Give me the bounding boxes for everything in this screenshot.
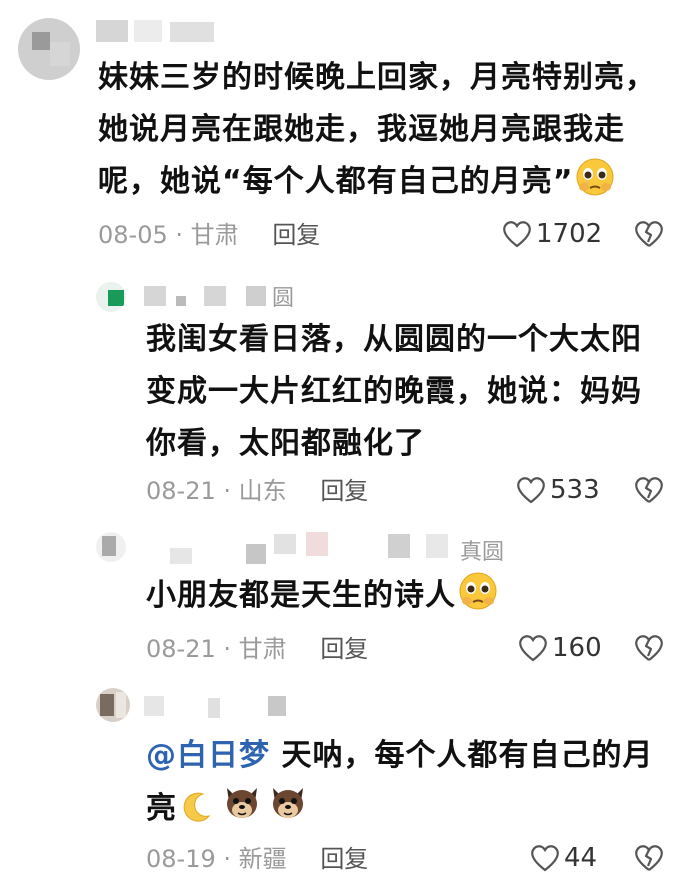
heart-icon — [519, 635, 547, 662]
heart-icon — [503, 221, 531, 248]
like-button[interactable]: 44 — [530, 842, 597, 874]
comment-location: 山东 — [238, 477, 287, 505]
comment-1: 妹妹三岁的时候晚上回家，月亮特别亮， 她说月亮在跟她走，我逗她月亮跟我走 呢，她… — [0, 0, 690, 260]
avatar[interactable] — [96, 532, 126, 562]
avatar[interactable] — [18, 18, 80, 80]
comment-meta: 08-21 · 山东 回复 — [146, 477, 369, 505]
avatar[interactable] — [96, 688, 130, 722]
pleading-face-icon — [458, 571, 498, 628]
comment-2: 圆 我闺女看日落，从圆圆的一个大太阳 变成一大片红红的晚霞，她说：妈妈 你看，太… — [0, 270, 690, 520]
broken-heart-icon — [635, 635, 663, 661]
dislike-button[interactable] — [634, 844, 664, 876]
username-redacted[interactable] — [144, 696, 164, 716]
dislike-button[interactable] — [634, 220, 664, 252]
comment-date: 08-05 — [98, 221, 168, 249]
reply-button[interactable]: 回复 — [320, 635, 368, 663]
broken-heart-icon — [635, 477, 663, 503]
username-redacted[interactable] — [170, 548, 192, 564]
comment-date: 08-19 — [146, 845, 216, 873]
like-count: 1702 — [536, 219, 603, 249]
dislike-button[interactable] — [634, 634, 664, 666]
dog-face-icon — [221, 782, 263, 841]
username-tail: 真圆 — [460, 540, 505, 565]
comment-meta: 08-19 · 新疆 回复 — [146, 845, 369, 873]
like-count: 44 — [564, 843, 598, 873]
like-button[interactable]: 1702 — [502, 218, 602, 250]
dislike-button[interactable] — [634, 476, 664, 508]
comment-text: 妹妹三岁的时候晚上回家，月亮特别亮， 她说月亮在跟她走，我逗她月亮跟我走 呢，她… — [98, 52, 678, 214]
comment-meta: 08-05 · 甘肃 回复 — [98, 221, 321, 249]
username-redacted[interactable] — [144, 286, 166, 306]
comment-location: 甘肃 — [238, 635, 287, 663]
like-count: 160 — [552, 633, 602, 663]
comment-date: 08-21 — [146, 635, 216, 663]
like-count: 533 — [550, 475, 600, 505]
username-redacted[interactable] — [96, 20, 128, 42]
reply-button[interactable]: 回复 — [320, 477, 368, 505]
comment-meta: 08-21 · 甘肃 回复 — [146, 635, 369, 663]
dog-face-icon — [267, 782, 309, 841]
username-tail: 圆 — [272, 286, 295, 311]
like-button[interactable]: 533 — [516, 474, 600, 506]
broken-heart-icon — [635, 221, 663, 247]
comment-3: 真圆 小朋友都是天生的诗人 08-21 · 甘肃 回复 160 — [0, 528, 690, 678]
heart-icon — [531, 845, 559, 872]
heart-icon — [517, 477, 545, 504]
comment-text: 我闺女看日落，从圆圆的一个大太阳 变成一大片红红的晚霞，她说：妈妈 你看，太阳都… — [146, 322, 642, 461]
broken-heart-icon — [635, 845, 663, 871]
reply-button[interactable]: 回复 — [272, 221, 320, 249]
comment-4: @白日梦 天呐，每个人都有自己的月 亮 08-19 · 新疆 回复 44 — [0, 686, 690, 891]
avatar[interactable] — [96, 282, 126, 312]
comment-location: 甘肃 — [190, 221, 239, 249]
comment-text: @白日梦 天呐，每个人都有自己的月 亮 — [146, 730, 676, 841]
comment-location: 新疆 — [238, 845, 287, 873]
reply-button[interactable]: 回复 — [320, 845, 368, 873]
comment-date: 08-21 — [146, 477, 216, 505]
crescent-moon-icon — [179, 789, 213, 841]
pleading-face-icon — [575, 157, 615, 214]
comment-text: 小朋友都是天生的诗人 — [146, 570, 676, 628]
like-button[interactable]: 160 — [518, 632, 602, 664]
mention-link[interactable]: @白日梦 — [146, 738, 270, 773]
